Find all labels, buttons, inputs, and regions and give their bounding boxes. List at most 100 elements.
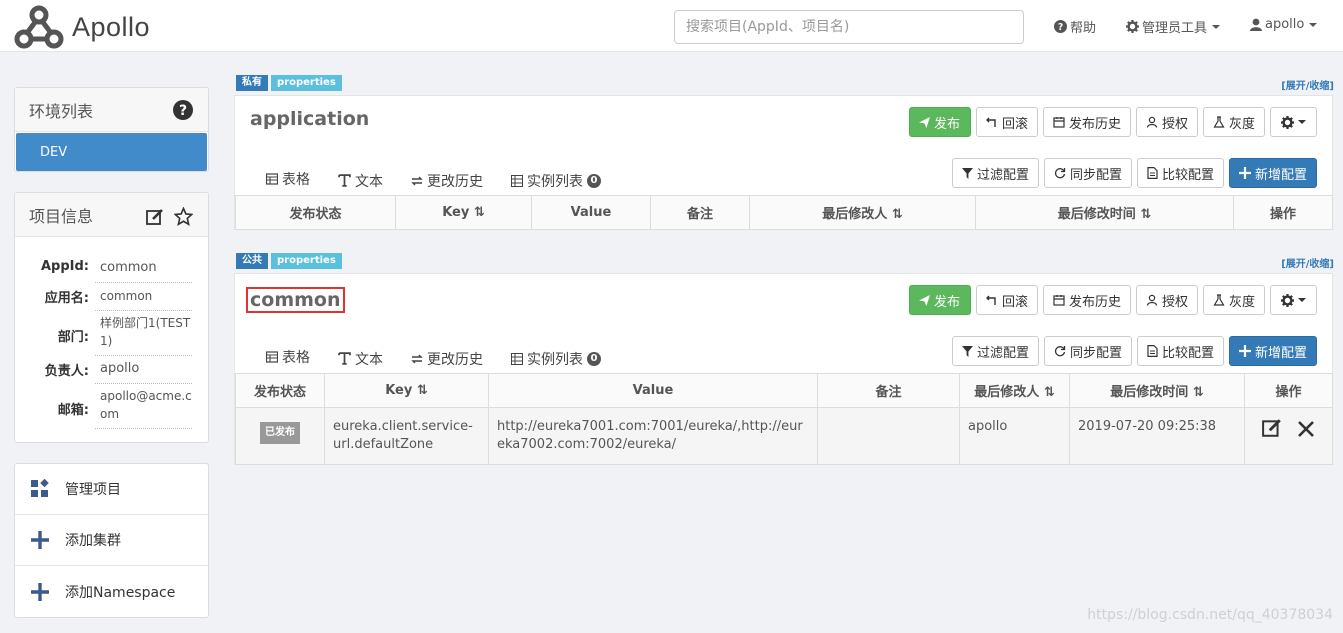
rollback-button[interactable]: 回滚	[975, 285, 1038, 315]
calendar-icon	[1053, 295, 1065, 306]
search-input[interactable]	[674, 10, 1024, 44]
key-cell: eureka.client.service-url.defaultZone	[324, 407, 489, 465]
admin-tools-dropdown[interactable]: 管理员工具	[1126, 17, 1221, 36]
add-namespace-button[interactable]: 添加Namespace	[15, 566, 208, 617]
expand-collapse-link[interactable]: [展开/收缩]	[1281, 255, 1334, 270]
question-circle-icon[interactable]: ?	[173, 100, 193, 120]
gear-icon	[1281, 115, 1294, 129]
chevron-down-icon	[1298, 298, 1306, 302]
info-row-owner: 负责人: apollo	[15, 360, 210, 384]
column-header-sortable[interactable]: Key ⇅	[324, 373, 489, 408]
table-header-row: 发布状态 Key ⇅ Value 备注 最后修改人 ⇅ 最后修改时间 ⇅ 操作	[235, 373, 1333, 408]
tab-instances-label: 实例列表	[527, 173, 583, 190]
filter-icon	[961, 167, 973, 179]
dashboard-icon	[31, 479, 49, 497]
publish-button[interactable]: 发布	[908, 107, 971, 137]
edit-icon[interactable]	[146, 208, 164, 226]
modifier-cell: apollo	[959, 407, 1070, 465]
user-dropdown[interactable]: apollo	[1250, 17, 1318, 32]
compare-config-button[interactable]: 比较配置	[1136, 158, 1224, 188]
project-actions-panel: 管理项目 添加集群 添加Namespace	[14, 463, 209, 618]
list-icon	[511, 352, 523, 365]
filter-config-label: 过滤配置	[976, 345, 1029, 361]
env-item-label: DEV	[40, 144, 68, 160]
tab-table-label: 表格	[282, 172, 310, 188]
release-history-label: 发布历史	[1068, 294, 1121, 310]
rollback-label: 回滚	[1001, 116, 1028, 132]
column-header: 操作	[1244, 373, 1333, 408]
sort-icon: ⇅	[891, 207, 903, 222]
rollback-button[interactable]: 回滚	[975, 107, 1038, 137]
column-header-sortable[interactable]: 最后修改时间 ⇅	[1069, 373, 1245, 408]
settings-dropdown-button[interactable]	[1270, 285, 1317, 315]
filter-icon	[961, 345, 973, 357]
sync-config-button[interactable]: 同步配置	[1043, 158, 1132, 188]
help-link[interactable]: ? 帮助	[1054, 17, 1096, 36]
add-config-button[interactable]: 新增配置	[1228, 336, 1317, 366]
user-icon	[1250, 18, 1262, 31]
publish-button[interactable]: 发布	[908, 285, 971, 315]
info-label: AppId:	[40, 259, 89, 274]
send-icon	[918, 294, 930, 306]
operations-cell	[1244, 407, 1333, 465]
config-table: 发布状态 Key ⇅ Value 备注 最后修改人 ⇅ 最后修改时间 ⇅ 操作 …	[235, 373, 1333, 465]
column-header: Value	[488, 373, 818, 408]
filter-config-button[interactable]: 过滤配置	[951, 336, 1039, 366]
chevron-down-icon	[1309, 22, 1318, 27]
project-info-title: 项目信息	[29, 206, 94, 226]
column-header: 备注	[650, 195, 750, 230]
gray-release-button[interactable]: 灰度	[1202, 107, 1265, 137]
app-name: Apollo	[72, 11, 151, 42]
list-icon	[511, 174, 523, 187]
info-row-app-name: 应用名: common	[15, 287, 210, 311]
scope-badge: 私有	[236, 75, 268, 91]
namespace-tags: 私有 properties	[236, 75, 342, 91]
compare-config-button[interactable]: 比较配置	[1136, 336, 1224, 366]
config-toolbar: 过滤配置 同步配置 比较配置 新增配置	[951, 336, 1317, 366]
column-header-sortable[interactable]: Key ⇅	[395, 195, 532, 230]
manage-project-button[interactable]: 管理项目	[15, 464, 208, 515]
sync-config-button[interactable]: 同步配置	[1043, 336, 1132, 366]
apollo-logo[interactable]: Apollo	[14, 4, 150, 50]
table-icon	[266, 173, 278, 185]
calendar-icon	[1053, 117, 1065, 128]
edit-icon[interactable]	[1262, 418, 1282, 438]
add-cluster-button[interactable]: 添加集群	[15, 515, 208, 566]
column-header: 发布状态	[235, 195, 396, 230]
close-icon[interactable]	[1297, 420, 1315, 438]
star-icon[interactable]	[174, 207, 193, 226]
column-header-sortable[interactable]: 最后修改时间 ⇅	[975, 195, 1234, 230]
filter-config-button[interactable]: 过滤配置	[951, 158, 1039, 188]
expand-collapse-link[interactable]: [展开/收缩]	[1281, 77, 1334, 92]
env-item-dev[interactable]: DEV	[16, 133, 207, 171]
gray-release-button[interactable]: 灰度	[1202, 285, 1265, 315]
undo-icon	[985, 295, 996, 305]
settings-dropdown-button[interactable]	[1270, 107, 1317, 137]
add-cluster-label: 添加集群	[65, 533, 121, 549]
sort-icon: ⇅	[1043, 385, 1055, 400]
filter-config-label: 过滤配置	[976, 167, 1029, 183]
table-header-row: 发布状态 Key ⇅ Value 备注 最后修改人 ⇅ 最后修改时间 ⇅ 操作	[235, 195, 1333, 230]
svg-text:?: ?	[1058, 22, 1063, 33]
info-value: apollo@acme.com	[95, 387, 192, 429]
question-circle-icon: ?	[1054, 20, 1067, 33]
chevron-down-icon	[1298, 120, 1306, 124]
namespace-tags: 公共 properties	[236, 253, 342, 269]
plus-icon	[31, 531, 49, 549]
add-config-button[interactable]: 新增配置	[1228, 158, 1317, 188]
column-header-sortable[interactable]: 最后修改人 ⇅	[959, 373, 1070, 408]
compare-config-label: 比较配置	[1161, 167, 1214, 183]
info-value: 样例部门1(TEST1)	[95, 314, 192, 356]
release-history-button[interactable]: 发布历史	[1042, 285, 1131, 315]
swap-icon	[411, 176, 423, 185]
gear-icon	[1126, 20, 1139, 33]
watermark: https://blog.csdn.net/qq_40378034	[1087, 607, 1333, 623]
sort-icon: ⇅	[1192, 385, 1204, 400]
publish-label: 发布	[933, 294, 960, 310]
apollo-logo-icon	[14, 5, 64, 49]
grant-button[interactable]: 授权	[1135, 285, 1198, 315]
project-info-panel: 项目信息 AppId: common 应用名: common 部门: 样例部门1…	[14, 192, 209, 443]
release-history-button[interactable]: 发布历史	[1042, 107, 1131, 137]
column-header-sortable[interactable]: 最后修改人 ⇅	[749, 195, 976, 230]
grant-button[interactable]: 授权	[1135, 107, 1198, 137]
